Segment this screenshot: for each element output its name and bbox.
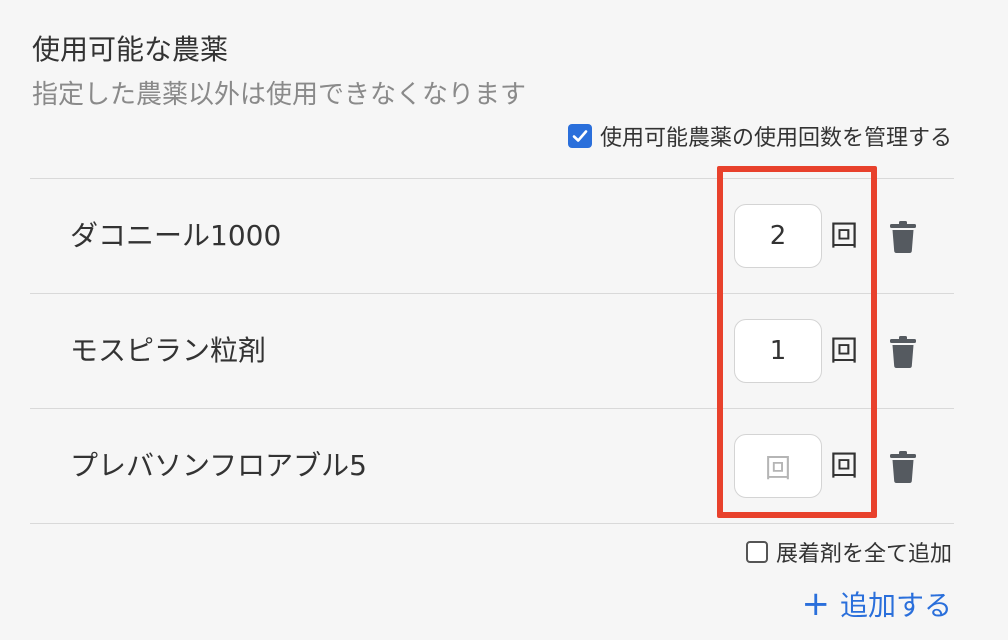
checkbox-checked-icon[interactable] xyxy=(567,124,592,148)
section-subtitle: 指定した農薬以外は使用できなくなります xyxy=(32,80,527,110)
section-title: 使用可能な農薬 xyxy=(32,33,229,66)
pesticide-row: ダコニール1000 2 回 xyxy=(30,179,954,294)
plus-icon: + xyxy=(801,584,830,624)
usage-count-unit: 回 xyxy=(830,449,859,482)
trash-icon[interactable] xyxy=(890,451,916,483)
manage-usage-checkbox[interactable]: 使用可能農薬の使用回数を管理する xyxy=(567,120,952,152)
usage-count-input[interactable]: 2 xyxy=(734,204,822,268)
usage-count-unit: 回 xyxy=(830,219,859,252)
trash-icon[interactable] xyxy=(890,336,916,368)
pesticide-row: プレバソンフロアブル5 回 回 xyxy=(30,409,954,524)
checkbox-unchecked-icon[interactable] xyxy=(745,541,768,563)
add-button[interactable]: + 追加する xyxy=(801,584,952,624)
usage-count-input[interactable]: 回 xyxy=(734,434,822,498)
add-button-label: 追加する xyxy=(839,589,952,622)
usage-count-unit: 回 xyxy=(830,334,859,367)
pesticide-name: プレバソンフロアブル5 xyxy=(70,449,367,482)
pesticide-row: モスピラン粒剤 1 回 xyxy=(30,294,954,409)
manage-usage-label: 使用可能農薬の使用回数を管理する xyxy=(599,126,952,151)
trash-icon[interactable] xyxy=(890,221,916,253)
pesticide-name: ダコニール1000 xyxy=(70,219,282,252)
pesticide-name: モスピラン粒剤 xyxy=(70,334,267,367)
pesticide-list: ダコニール1000 2 回 モスピラン粒剤 1 回 プレバソンフロアブル5 回 … xyxy=(30,178,954,524)
add-all-spreaders-label: 展着剤を全て追加 xyxy=(775,542,952,567)
usage-count-input[interactable]: 1 xyxy=(734,319,822,383)
add-all-spreaders-checkbox[interactable]: 展着剤を全て追加 xyxy=(745,536,952,568)
